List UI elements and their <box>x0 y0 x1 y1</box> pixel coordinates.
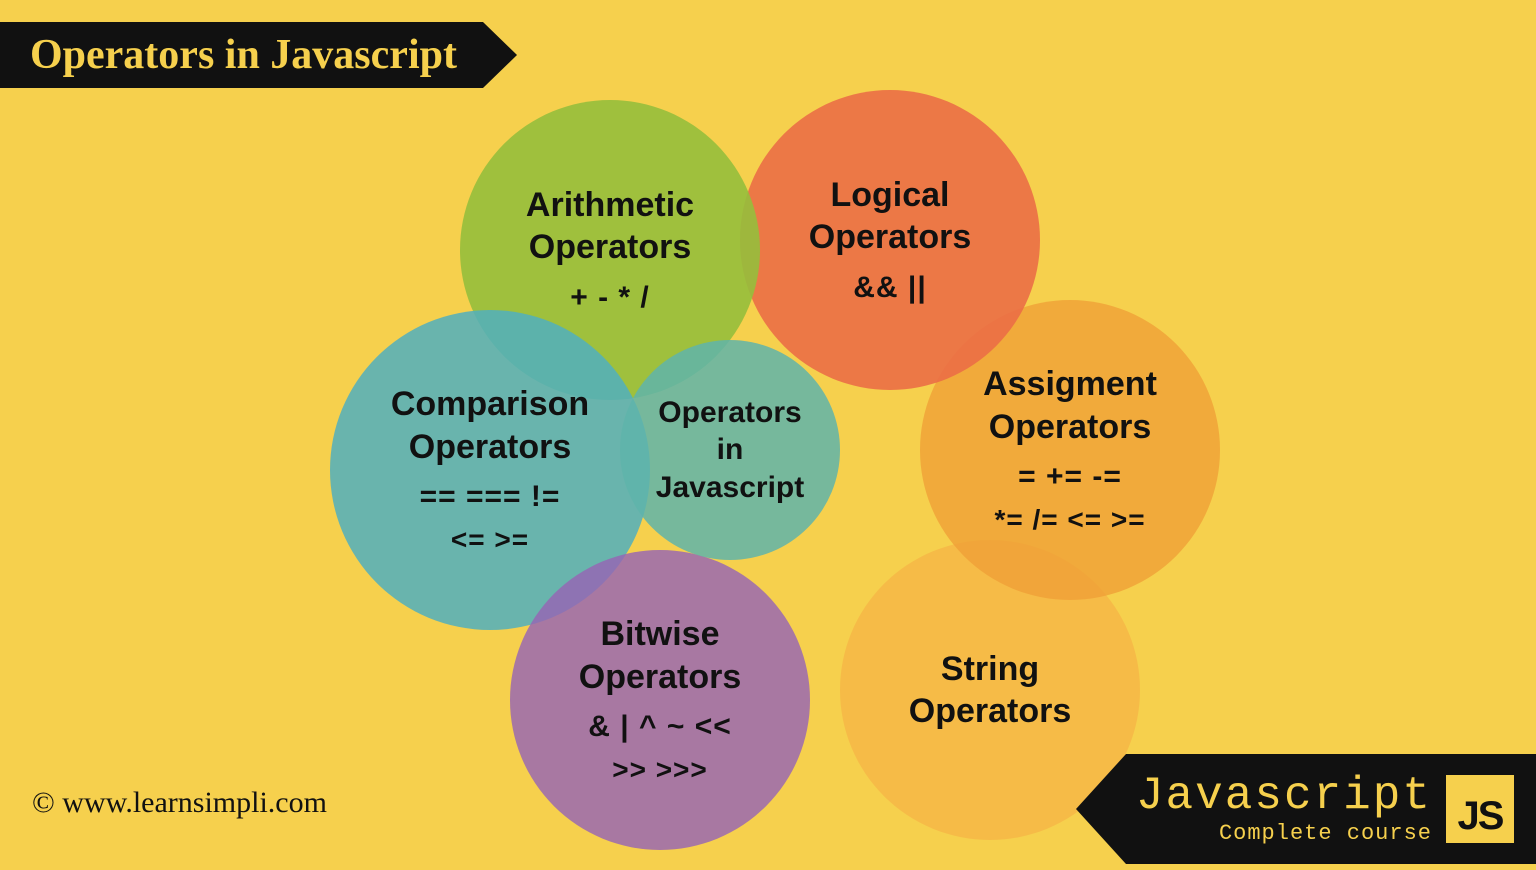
brand-line2: Complete course <box>1219 823 1432 845</box>
bubble-comparison-title1: Comparison <box>391 383 589 426</box>
bubble-bitwise-sym1: & | ^ ~ << <box>588 708 731 746</box>
copyright-text: © www.learnsimpli.com <box>32 786 327 820</box>
bubble-assignment-sym1: = += -= <box>1018 458 1122 496</box>
bubble-string-title2: Operators <box>909 690 1072 733</box>
bubble-center-l3: Javascript <box>656 469 804 507</box>
bubble-center-l2: in <box>717 431 744 469</box>
bubble-bitwise-sym2: >> >>> <box>612 752 708 787</box>
js-logo-icon: JS <box>1446 775 1514 843</box>
bubble-assignment-title1: Assigment <box>983 363 1157 406</box>
bubble-comparison-title2: Operators <box>409 426 572 469</box>
operators-diagram: String Operators Assigment Operators = +… <box>340 90 1240 870</box>
bubble-bitwise-title1: Bitwise <box>600 613 719 656</box>
bubble-center: Operators in Javascript <box>620 340 840 560</box>
bubble-assignment-title2: Operators <box>989 406 1152 449</box>
brand-body: Javascript Complete course JS <box>1126 754 1536 864</box>
brand-line1: Javascript <box>1136 773 1432 819</box>
bubble-comparison-sym2: <= >= <box>451 522 529 557</box>
brand-text: Javascript Complete course <box>1136 773 1432 845</box>
bubble-logical: Logical Operators && || <box>740 90 1040 390</box>
brand-ribbon: Javascript Complete course JS <box>1076 754 1536 864</box>
bubble-assignment-sym2: *= /= <= >= <box>994 502 1145 537</box>
bubble-bitwise-title2: Operators <box>579 656 742 699</box>
bubble-bitwise: Bitwise Operators & | ^ ~ << >> >>> <box>510 550 810 850</box>
bubble-arithmetic-title2: Operators <box>529 226 692 269</box>
ribbon-arrow-icon <box>483 22 517 88</box>
bubble-comparison-sym1: == === != <box>420 478 561 516</box>
bubble-logical-title1: Logical <box>830 174 949 217</box>
brand-arrow-icon <box>1076 754 1126 864</box>
bubble-center-l1: Operators <box>658 394 801 432</box>
bubble-arithmetic-sym: + - * / <box>570 279 650 317</box>
bubble-string-title1: String <box>941 648 1039 691</box>
bubble-logical-title2: Operators <box>809 216 972 259</box>
bubble-arithmetic-title1: Arithmetic <box>526 184 694 227</box>
page-title: Operators in Javascript <box>0 22 483 88</box>
title-ribbon: Operators in Javascript <box>0 22 517 88</box>
bubble-logical-sym: && || <box>853 269 926 307</box>
